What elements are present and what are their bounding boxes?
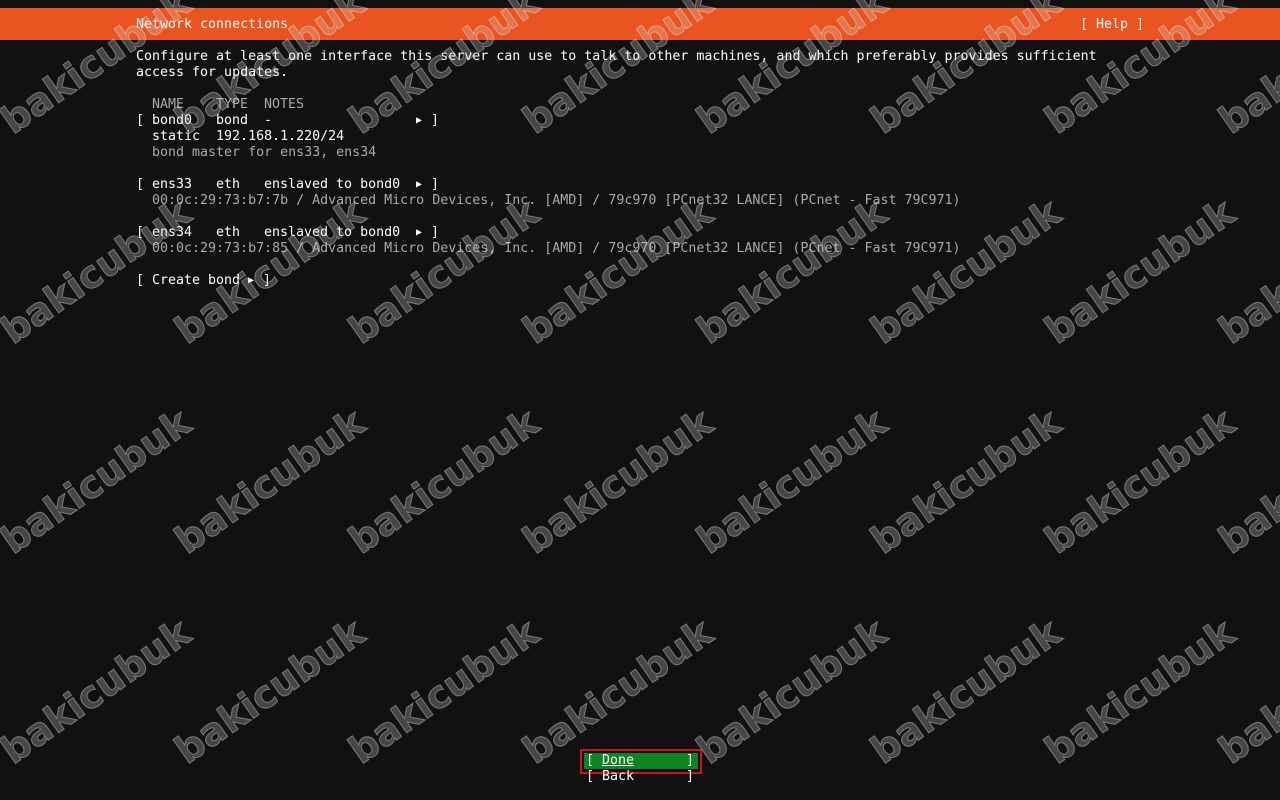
watermark-text: bakicubuk <box>0 400 199 563</box>
watermark-text: bakicubuk <box>0 610 199 773</box>
column-header-notes: NOTES <box>264 97 305 112</box>
row-close-bracket: ] <box>431 113 440 128</box>
watermark-text: bakicubuk <box>1210 190 1280 353</box>
row-open-bracket: [ <box>136 225 145 240</box>
interface-notes: - <box>264 113 273 128</box>
arrow-right-icon: ▶ <box>416 227 423 238</box>
interface-notes: enslaved to bond0 <box>264 177 401 192</box>
interface-type: eth <box>216 225 241 240</box>
column-header-type: TYPE <box>216 97 249 112</box>
watermark-text: bakicubuk <box>688 400 895 563</box>
watermark-text: bakicubuk <box>1036 610 1243 773</box>
top-strip <box>0 0 1280 8</box>
watermark-text: bakicubuk <box>340 400 547 563</box>
watermark-text: bakicubuk <box>688 190 895 353</box>
back-button[interactable]: [ Back ] <box>584 769 698 785</box>
description-line-1: Configure at least one interface this se… <box>136 49 1097 64</box>
watermark-text: bakicubuk <box>862 190 1069 353</box>
arrow-right-icon: ▶ <box>416 179 423 190</box>
watermark-text: bakicubuk <box>166 190 373 353</box>
interface-name: ens33 <box>152 177 193 192</box>
row-open-bracket: [ <box>136 113 145 128</box>
back-button-close: ] <box>685 769 694 784</box>
interface-detail: bond master for ens33, ens34 <box>152 145 377 160</box>
column-header-name: NAME <box>152 97 185 112</box>
header-bar: Network connections [ Help ] <box>0 8 1280 40</box>
watermark-text: bakicubuk <box>166 610 373 773</box>
row-open-bracket: [ <box>136 177 145 192</box>
watermark-text: bakicubuk <box>340 190 547 353</box>
interface-notes: enslaved to bond0 <box>264 225 401 240</box>
help-button[interactable]: [ Help ] <box>1080 17 1144 33</box>
watermark-text: bakicubuk <box>862 610 1069 773</box>
interface-name: ens34 <box>152 225 193 240</box>
description-line-2: access for updates. <box>136 65 289 80</box>
watermark-text: bakicubuk <box>514 610 721 773</box>
interface-name: bond0 <box>152 113 193 128</box>
watermark-text: bakicubuk <box>1036 190 1243 353</box>
interface-detail: 00:0c:29:73:b7:7b / Advanced Micro Devic… <box>152 193 961 208</box>
watermark-text: bakicubuk <box>862 400 1069 563</box>
watermark-text: bakicubuk <box>166 400 373 563</box>
watermark-text: bakicubuk <box>340 610 547 773</box>
interface-type: eth <box>216 177 241 192</box>
arrow-right-icon: ▶ <box>416 115 423 126</box>
back-button-label: Back <box>602 769 635 784</box>
interface-detail: 00:0c:29:73:b7:85 / Advanced Micro Devic… <box>152 241 961 256</box>
watermark-text: bakicubuk <box>514 190 721 353</box>
watermark-text: bakicubuk <box>1210 610 1280 773</box>
row-close-bracket: ] <box>431 177 440 192</box>
watermark-text: bakicubuk <box>514 400 721 563</box>
arrow-right-icon: ▶ <box>248 275 255 286</box>
watermark-text: bakicubuk <box>688 610 895 773</box>
watermark-text: bakicubuk <box>1210 400 1280 563</box>
watermark-text: bakicubuk <box>0 190 199 353</box>
create-bond-label: Create bond <box>152 273 241 288</box>
interface-detail: static 192.168.1.220/24 <box>152 129 345 144</box>
button-close-bracket: ] <box>263 273 272 288</box>
button-open-bracket: [ <box>136 273 145 288</box>
interface-type: bond <box>216 113 249 128</box>
watermark-text: bakicubuk <box>1036 400 1243 563</box>
row-close-bracket: ] <box>431 225 440 240</box>
back-button-open: [ Back <box>586 769 635 784</box>
page-title: Network connections <box>136 17 289 32</box>
